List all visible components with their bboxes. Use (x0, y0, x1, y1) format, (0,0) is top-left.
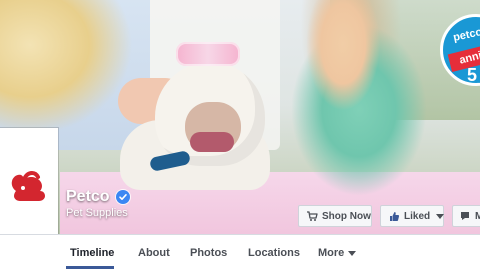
verified-badge-icon (115, 190, 130, 204)
tab-label: Locations (248, 247, 300, 259)
petco-logo-icon (11, 170, 46, 201)
tab-locations[interactable]: Locations (248, 235, 300, 270)
tiara (176, 42, 240, 66)
tab-more[interactable]: More (318, 235, 357, 270)
page-category[interactable]: Pet Supplies (66, 207, 128, 219)
message-icon (459, 210, 471, 222)
liked-label: Liked (404, 210, 431, 222)
shop-now-button[interactable]: Shop Now (298, 205, 372, 227)
tab-label: About (138, 247, 170, 259)
tab-label: Photos (190, 247, 228, 259)
message-label: M (475, 210, 480, 222)
tab-timeline[interactable]: Timeline (70, 235, 114, 270)
badge-big-text: 5 (467, 65, 478, 85)
dog-mouth (190, 132, 234, 152)
tab-label: Timeline (70, 247, 115, 259)
active-tab-indicator (66, 266, 114, 269)
tab-about[interactable]: About (138, 235, 170, 270)
shopping-cart-icon (306, 210, 318, 222)
message-button[interactable]: M (452, 205, 480, 227)
chevron-down-icon (348, 250, 357, 256)
badge-small-text: petco (452, 26, 480, 44)
page-name-text[interactable]: Petco (66, 188, 110, 206)
girl (272, 0, 430, 200)
shop-now-label: Shop Now (322, 210, 371, 222)
page-title[interactable]: Petco (66, 188, 130, 206)
profile-tabs: Timeline About Photos Locations More (0, 234, 480, 270)
liked-button[interactable]: Liked (380, 205, 445, 227)
tab-photos[interactable]: Photos (190, 235, 227, 270)
tab-label: More (318, 247, 345, 259)
checkmark-icon (118, 194, 127, 200)
chevron-down-icon (436, 213, 445, 219)
thumbs-up-icon (388, 210, 400, 222)
